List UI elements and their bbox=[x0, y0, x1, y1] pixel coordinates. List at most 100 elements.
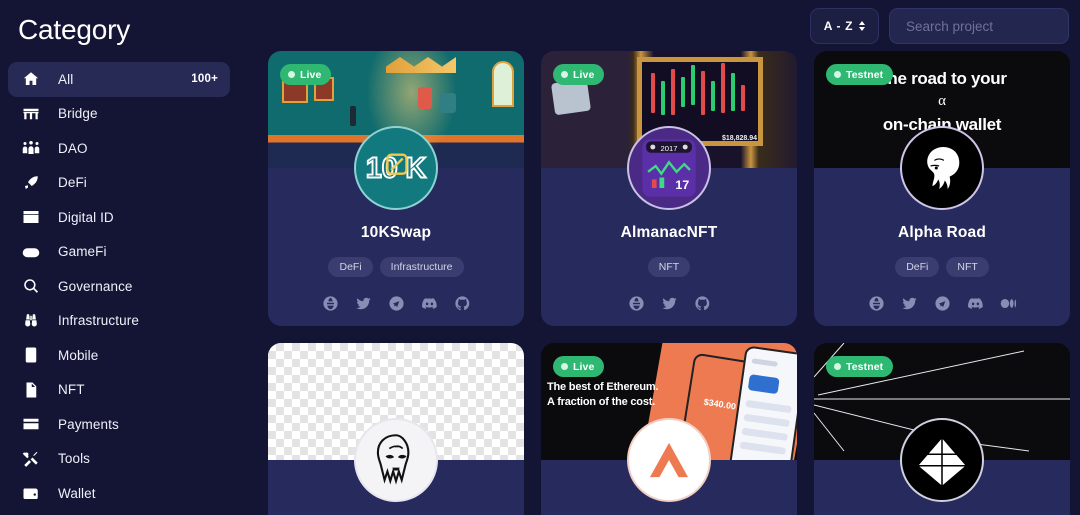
project-name: AlmanacNFT bbox=[620, 224, 718, 241]
discord-icon[interactable] bbox=[420, 294, 439, 313]
project-avatar: 2017 17 bbox=[627, 126, 711, 210]
globe-icon[interactable] bbox=[867, 294, 886, 313]
sidebar-item-defi[interactable]: DeFi bbox=[8, 166, 230, 201]
page-title: Category bbox=[18, 14, 131, 45]
project-name: 10KSwap bbox=[360, 224, 432, 241]
sidebar-item-digital-id[interactable]: Digital ID bbox=[8, 200, 230, 235]
tag[interactable]: DeFi bbox=[328, 257, 373, 277]
id-card-icon bbox=[20, 206, 42, 228]
sidebar-item-gamefi[interactable]: GameFi bbox=[8, 235, 230, 270]
badge-label: Testnet bbox=[846, 360, 884, 373]
sidebar-item-bridge[interactable]: Bridge bbox=[8, 97, 230, 132]
globe-icon[interactable] bbox=[627, 294, 646, 313]
tag[interactable]: NFT bbox=[946, 257, 989, 277]
sidebar-item-payments[interactable]: Payments bbox=[8, 407, 230, 442]
tag[interactable]: DeFi bbox=[895, 257, 940, 277]
project-card[interactable]: The road to your α on-chain wallet Testn… bbox=[814, 51, 1070, 326]
twitter-icon[interactable] bbox=[900, 294, 919, 313]
sidebar-item-count: 100+ bbox=[191, 73, 218, 86]
decor-bottle bbox=[350, 106, 356, 126]
project-card[interactable]: $18,828.94 Live 2017 17 AlmanacNFT NFT bbox=[541, 51, 797, 326]
sidebar-item-label: Infrastructure bbox=[58, 313, 139, 329]
bearded-face-logo-icon bbox=[376, 434, 410, 485]
sidebar-item-label: GameFi bbox=[58, 244, 107, 260]
telegram-icon[interactable] bbox=[933, 294, 952, 313]
sidebar-item-label: Digital ID bbox=[58, 209, 114, 225]
globe-icon[interactable] bbox=[321, 294, 340, 313]
sidebar-item-all[interactable]: All 100+ bbox=[8, 62, 230, 97]
badge-label: Testnet bbox=[846, 68, 884, 81]
main-content: A - Z Live bbox=[238, 0, 1080, 515]
banner-headline-line1: The best of Ethereum. bbox=[547, 381, 659, 393]
sidebar-item-label: Mobile bbox=[58, 347, 99, 363]
svg-text:10 K: 10 K bbox=[366, 153, 427, 185]
badge-dot bbox=[288, 71, 295, 78]
sidebar-item-wallet[interactable]: Wallet bbox=[8, 476, 230, 511]
rocket-icon bbox=[20, 172, 42, 194]
status-badge: Live bbox=[553, 356, 605, 377]
credit-card-icon bbox=[20, 413, 42, 435]
project-card[interactable] bbox=[268, 343, 524, 515]
project-avatar: 10 K bbox=[354, 126, 438, 210]
sidebar-item-label: Bridge bbox=[58, 106, 98, 122]
search-box[interactable] bbox=[889, 8, 1069, 44]
wrench-screwdriver-icon bbox=[20, 448, 42, 470]
github-icon[interactable] bbox=[453, 294, 472, 313]
sort-button[interactable]: A - Z bbox=[809, 8, 879, 44]
project-card[interactable]: $340.00 The best of Ethereum. A fraction… bbox=[541, 343, 797, 515]
sidebar-item-infrastructure[interactable]: Infrastructure bbox=[8, 304, 230, 339]
twitter-icon[interactable] bbox=[354, 294, 373, 313]
svg-text:17: 17 bbox=[675, 178, 689, 192]
project-card[interactable]: Live 10 K 10KSwap DeFi Infrastructure bbox=[268, 51, 524, 326]
magnifier-icon bbox=[20, 275, 42, 297]
tag-list: DeFi NFT bbox=[814, 257, 1070, 277]
banner-price: $18,828.94 bbox=[721, 135, 757, 142]
wallet-icon bbox=[20, 482, 42, 504]
badge-dot bbox=[561, 363, 568, 370]
badge-label: Live bbox=[573, 360, 595, 373]
sidebar-item-mobile[interactable]: Mobile bbox=[8, 338, 230, 373]
orange-arrow-logo-icon bbox=[649, 442, 689, 478]
sidebar-item-nft[interactable]: NFT bbox=[8, 373, 230, 408]
twitter-icon[interactable] bbox=[660, 294, 679, 313]
project-avatar bbox=[900, 126, 984, 210]
project-avatar bbox=[627, 418, 711, 502]
social-links bbox=[541, 294, 797, 313]
banner-headline-line2: A fraction of the cost. bbox=[547, 396, 656, 408]
social-links bbox=[814, 294, 1070, 313]
phone-icon bbox=[20, 344, 42, 366]
people-group-icon bbox=[20, 137, 42, 159]
binoculars-icon bbox=[20, 310, 42, 332]
project-card[interactable]: Testnet bbox=[814, 343, 1070, 515]
badge-dot bbox=[834, 363, 841, 370]
medium-icon[interactable] bbox=[999, 294, 1018, 313]
home-icon bbox=[20, 68, 42, 90]
sidebar-item-label: Payments bbox=[58, 416, 119, 432]
tag-list: DeFi Infrastructure bbox=[268, 257, 524, 277]
sort-button-label: A - Z bbox=[823, 19, 853, 33]
tag[interactable]: NFT bbox=[647, 257, 691, 277]
sidebar-item-dao[interactable]: DAO bbox=[8, 131, 230, 166]
decor-window bbox=[492, 61, 514, 107]
telegram-icon[interactable] bbox=[387, 294, 406, 313]
badge-label: Live bbox=[300, 68, 322, 81]
status-badge: Live bbox=[553, 64, 605, 85]
decor-person bbox=[440, 93, 456, 113]
discord-icon[interactable] bbox=[966, 294, 985, 313]
project-name: Alpha Road bbox=[897, 224, 987, 241]
gamepad-icon bbox=[20, 241, 42, 263]
github-icon[interactable] bbox=[693, 294, 712, 313]
badge-dot bbox=[834, 71, 841, 78]
badge-dot bbox=[561, 71, 568, 78]
sidebar-item-label: Governance bbox=[58, 278, 133, 294]
social-links bbox=[268, 294, 524, 313]
sidebar-item-label: Wallet bbox=[58, 485, 96, 501]
search-input[interactable] bbox=[906, 18, 1052, 34]
status-badge: Live bbox=[280, 64, 332, 85]
sidebar-item-tools[interactable]: Tools bbox=[8, 442, 230, 477]
sort-updown-icon bbox=[859, 21, 865, 31]
lion-head-logo-icon bbox=[927, 147, 960, 189]
sidebar-item-governance[interactable]: Governance bbox=[8, 269, 230, 304]
tag[interactable]: Infrastructure bbox=[379, 257, 464, 277]
toolbar: A - Z bbox=[238, 0, 1069, 47]
